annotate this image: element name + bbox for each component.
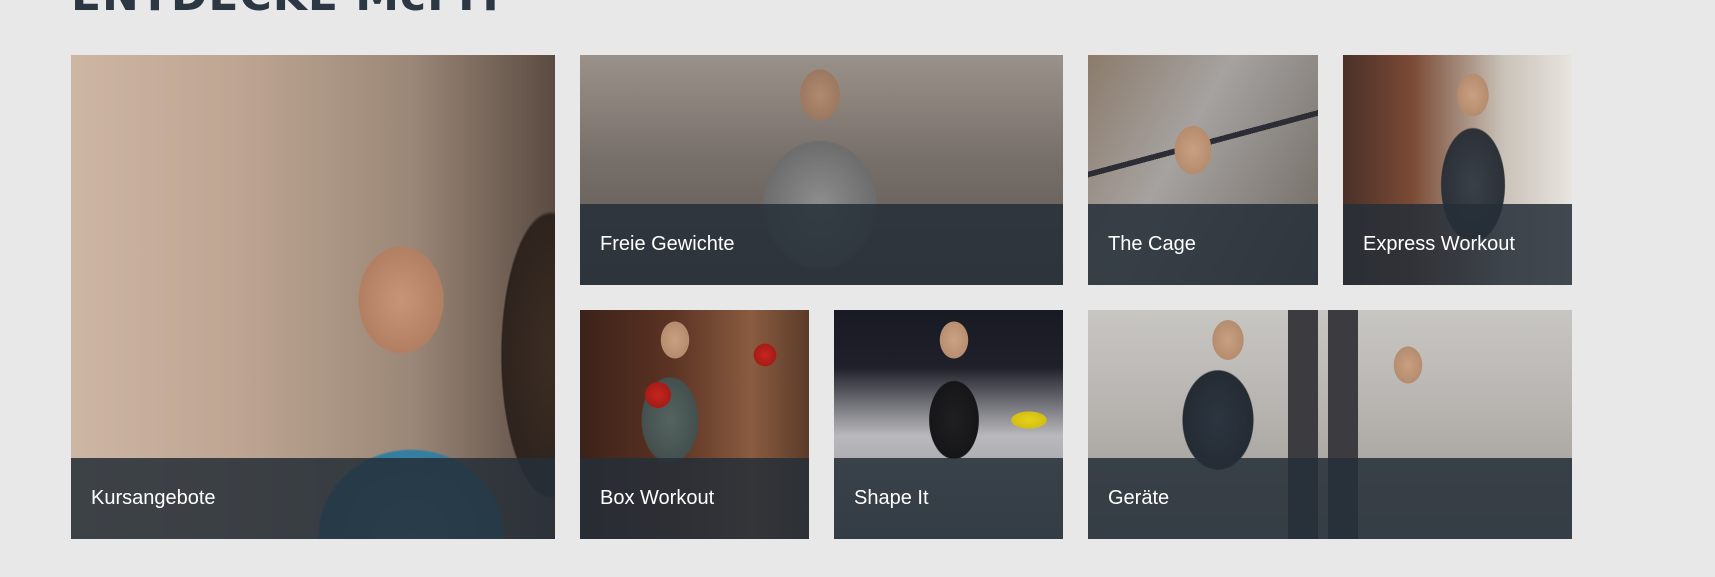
tile-label-kursangebote: Kursangebote: [91, 487, 216, 509]
tile-geraete[interactable]: Geräte: [1088, 310, 1572, 539]
tile-shape-it[interactable]: Shape It: [834, 310, 1063, 539]
tile-kursangebote[interactable]: Kursangebote: [71, 55, 555, 539]
tile-label-shape-it: Shape It: [854, 487, 929, 509]
tile-label-box-workout: Box Workout: [600, 487, 715, 509]
discover-section: ENTDECKE McFIT Kursangebote Freie Gewich…: [0, 0, 1715, 577]
tile-label-geraete: Geräte: [1108, 487, 1170, 509]
tile-box-workout[interactable]: Box Workout: [580, 310, 809, 539]
tile-label-express-workout: Express Workout: [1363, 233, 1515, 255]
section-heading: ENTDECKE McFIT: [71, 0, 507, 22]
tile-label-freie-gewichte: Freie Gewichte: [600, 233, 735, 255]
tile-express-workout[interactable]: Express Workout: [1343, 55, 1572, 285]
tile-the-cage[interactable]: The Cage: [1088, 55, 1318, 285]
tile-freie-gewichte[interactable]: Freie Gewichte: [580, 55, 1063, 285]
tile-label-the-cage: The Cage: [1108, 233, 1196, 255]
